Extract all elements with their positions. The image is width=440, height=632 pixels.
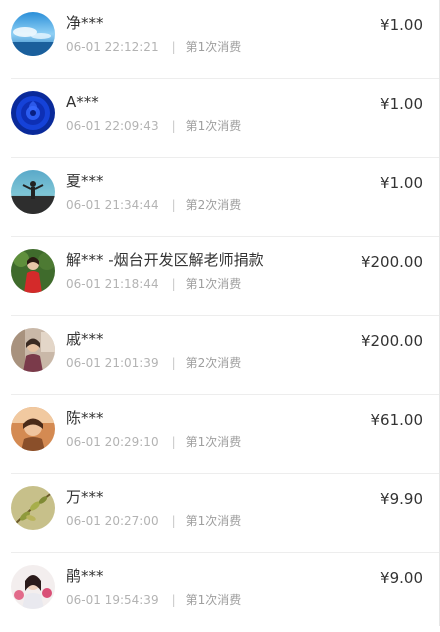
list-item[interactable]: 陈*** 06-01 20:29:10 | 第1次消费 ¥61.00: [0, 395, 439, 474]
donor-name: 夏***: [66, 172, 104, 190]
list-item[interactable]: A*** 06-01 22:09:43 | 第1次消费 ¥1.00: [0, 79, 439, 158]
avatar: [11, 12, 55, 56]
blue-rose-icon: [11, 91, 55, 135]
child-portrait-icon: [11, 407, 55, 451]
donation-meta: 06-01 20:27:00 | 第1次消费: [66, 512, 241, 530]
donation-amount: ¥1.00: [380, 95, 423, 113]
donor-name: 净***: [66, 14, 104, 32]
donation-time: 06-01 20:27:00: [66, 514, 159, 528]
list-item[interactable]: 净*** 06-01 22:12:21 | 第1次消费 ¥1.00: [0, 0, 439, 79]
donation-amount: ¥200.00: [360, 332, 423, 350]
list-item[interactable]: 鹃*** 06-01 19:54:39 | 第1次消费 ¥9.00: [0, 553, 439, 632]
donation-time: 06-01 22:12:21: [66, 40, 159, 54]
avatar: [11, 328, 55, 372]
donation-time: 06-01 21:18:44: [66, 277, 159, 291]
donation-amount: ¥61.00: [370, 411, 424, 429]
plant-branch-icon: [11, 486, 55, 530]
meta-separator: |: [171, 119, 176, 133]
donor-name: 解*** -烟台开发区解老师捐款: [66, 251, 264, 269]
donation-time: 06-01 22:09:43: [66, 119, 159, 133]
list-item[interactable]: 夏*** 06-01 21:34:44 | 第2次消费 ¥1.00: [0, 158, 439, 237]
donation-meta: 06-01 21:34:44 | 第2次消费: [66, 196, 241, 214]
person-indoor-icon: [11, 328, 55, 372]
list-item[interactable]: 戚*** 06-01 21:01:39 | 第2次消费 ¥200.00: [0, 316, 439, 395]
donation-meta: 06-01 21:01:39 | 第2次消费: [66, 354, 241, 372]
woman-flowers-icon: [11, 565, 55, 609]
purchase-count: 第1次消费: [185, 514, 242, 528]
meta-separator: |: [171, 356, 176, 370]
donation-meta: 06-01 22:12:21 | 第1次消费: [66, 38, 241, 56]
avatar: [11, 486, 55, 530]
sky-sea-icon: [11, 12, 55, 56]
meta-separator: |: [171, 40, 176, 54]
list-item[interactable]: 万*** 06-01 20:27:00 | 第1次消费 ¥9.90: [0, 474, 439, 553]
donation-amount: ¥1.00: [380, 16, 423, 34]
beach-person-icon: [11, 170, 55, 214]
donation-meta: 06-01 20:29:10 | 第1次消费: [66, 433, 241, 451]
meta-separator: |: [171, 277, 176, 291]
donation-meta: 06-01 22:09:43 | 第1次消费: [66, 117, 241, 135]
avatar: [11, 91, 55, 135]
meta-separator: |: [171, 435, 176, 449]
purchase-count: 第1次消费: [185, 40, 242, 54]
donation-list: 净*** 06-01 22:12:21 | 第1次消费 ¥1.00 A*** 06-…: [0, 0, 440, 626]
purchase-count: 第1次消费: [185, 435, 242, 449]
donor-name: 鹃***: [66, 567, 104, 585]
donation-amount: ¥9.00: [380, 569, 423, 587]
purchase-count: 第1次消费: [185, 593, 242, 607]
donor-name: 戚***: [66, 330, 104, 348]
avatar: [11, 407, 55, 451]
meta-separator: |: [171, 514, 176, 528]
donation-amount: ¥1.00: [380, 174, 423, 192]
avatar: [11, 170, 55, 214]
donation-time: 06-01 19:54:39: [66, 593, 159, 607]
avatar: [11, 565, 55, 609]
donation-amount: ¥200.00: [360, 253, 423, 271]
donation-meta: 06-01 19:54:39 | 第1次消费: [66, 591, 241, 609]
donation-time: 06-01 21:34:44: [66, 198, 159, 212]
purchase-count: 第2次消费: [185, 356, 242, 370]
donation-time: 06-01 20:29:10: [66, 435, 159, 449]
meta-separator: |: [171, 593, 176, 607]
avatar: [11, 249, 55, 293]
donor-name: 万***: [66, 488, 104, 506]
donor-name: A***: [66, 93, 99, 111]
meta-separator: |: [171, 198, 176, 212]
donor-name: 陈***: [66, 409, 104, 427]
donation-amount: ¥9.90: [380, 490, 423, 508]
purchase-count: 第1次消费: [185, 277, 242, 291]
woman-red-dress-icon: [11, 249, 55, 293]
purchase-count: 第2次消费: [185, 198, 242, 212]
list-item[interactable]: 解*** -烟台开发区解老师捐款 06-01 21:18:44 | 第1次消费 ¥2…: [0, 237, 439, 316]
donation-time: 06-01 21:01:39: [66, 356, 159, 370]
purchase-count: 第1次消费: [185, 119, 242, 133]
donation-meta: 06-01 21:18:44 | 第1次消费: [66, 275, 241, 293]
